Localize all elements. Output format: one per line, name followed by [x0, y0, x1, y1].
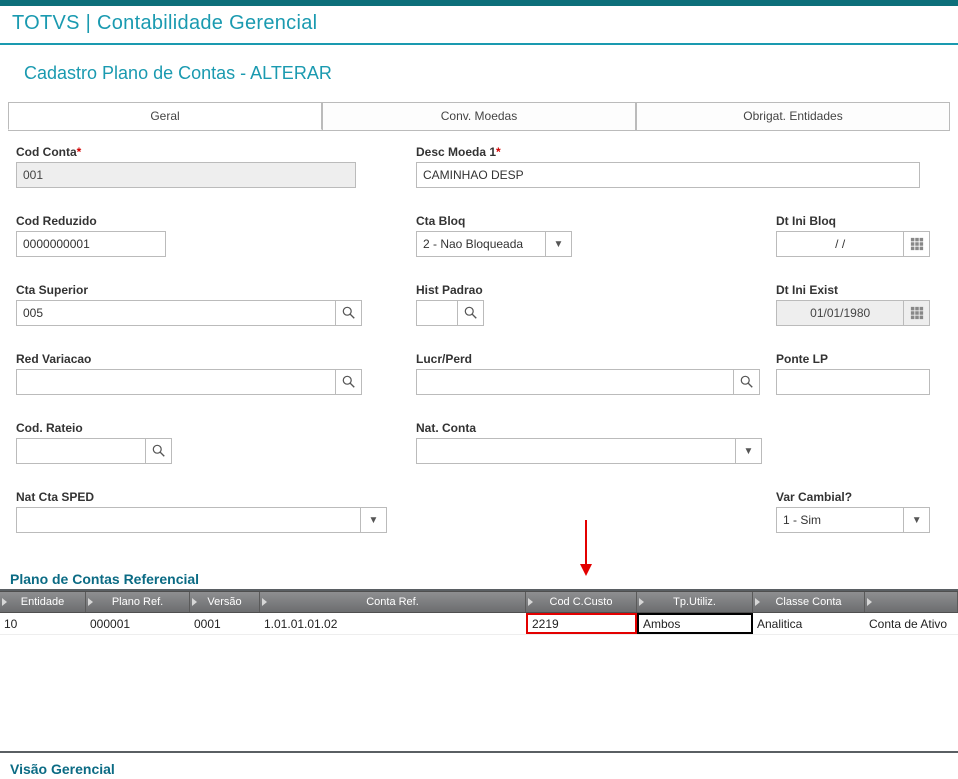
search-icon [464, 306, 478, 320]
label-cod-rateio: Cod. Rateio [16, 421, 400, 435]
col-versao[interactable]: Versão [190, 592, 260, 612]
input-red-variacao[interactable] [16, 369, 336, 395]
grid-header: Entidade Plano Ref. Versão Conta Ref. Co… [0, 591, 958, 613]
tab-conv-moedas[interactable]: Conv. Moedas [322, 102, 636, 130]
label-lucr-perd: Lucr/Perd [416, 352, 760, 366]
input-cod-reduzido[interactable]: 0000000001 [16, 231, 166, 257]
input-cod-conta[interactable]: 001 [16, 162, 356, 188]
col-extra[interactable] [865, 592, 958, 612]
label-var-cambial: Var Cambial? [776, 490, 930, 504]
col-plano-ref[interactable]: Plano Ref. [86, 592, 190, 612]
input-hist-padrao[interactable] [416, 300, 458, 326]
col-classe-conta[interactable]: Classe Conta [753, 592, 865, 612]
dropdown-nat-conta[interactable]: ▼ [736, 438, 762, 464]
input-dt-ini-exist: 01/01/1980 [776, 300, 904, 326]
input-cta-superior[interactable]: 005 [16, 300, 336, 326]
select-nat-cta-sped[interactable] [16, 507, 361, 533]
search-icon [342, 375, 356, 389]
search-icon [342, 306, 356, 320]
table-row[interactable]: 10 000001 0001 1.01.01.01.02 2219 Ambos … [0, 613, 958, 635]
input-desc-moeda1[interactable]: CAMINHAO DESP [416, 162, 920, 188]
cell-conta-ref: 1.01.01.01.02 [260, 613, 526, 634]
dropdown-cta-bloq[interactable]: ▼ [546, 231, 572, 257]
label-nat-conta: Nat. Conta [416, 421, 930, 435]
label-cta-superior: Cta Superior [16, 283, 400, 297]
label-ponte-lp: Ponte LP [776, 352, 930, 366]
cell-classe-conta: Analitica [753, 613, 865, 634]
cell-entidade: 10 [0, 613, 86, 634]
app-title: TOTVS | Contabilidade Gerencial [0, 6, 958, 45]
label-desc-moeda1: Desc Moeda 1* [416, 145, 920, 159]
label-dt-ini-bloq: Dt Ini Bloq [776, 214, 930, 228]
input-dt-ini-bloq[interactable]: / / [776, 231, 904, 257]
label-cod-reduzido: Cod Reduzido [16, 214, 400, 228]
tab-bar: Geral Conv. Moedas Obrigat. Entidades [8, 102, 950, 130]
search-icon [740, 375, 754, 389]
label-dt-ini-exist: Dt Ini Exist [776, 283, 930, 297]
cell-plano-ref: 000001 [86, 613, 190, 634]
col-entidade[interactable]: Entidade [0, 592, 86, 612]
page-title: Cadastro Plano de Contas - ALTERAR [0, 45, 958, 102]
grid-body: 10 000001 0001 1.01.01.01.02 2219 Ambos … [0, 613, 958, 753]
grid-plano-ref: Entidade Plano Ref. Versão Conta Ref. Co… [0, 591, 958, 753]
input-ponte-lp[interactable] [776, 369, 930, 395]
label-red-variacao: Red Variacao [16, 352, 400, 366]
lookup-cta-superior[interactable] [336, 300, 362, 326]
section-visao-title: Visão Gerencial [0, 755, 958, 779]
lookup-cod-rateio[interactable] [146, 438, 172, 464]
label-cod-conta: Cod Conta* [16, 145, 400, 159]
dropdown-nat-cta-sped[interactable]: ▼ [361, 507, 387, 533]
cell-extra: Conta de Ativo [865, 613, 958, 634]
cell-tp-utiliz[interactable]: Ambos [637, 613, 753, 634]
select-nat-conta[interactable] [416, 438, 736, 464]
col-conta-ref[interactable]: Conta Ref. [260, 592, 526, 612]
input-cod-rateio[interactable] [16, 438, 146, 464]
select-cta-bloq[interactable]: 2 - Nao Bloqueada [416, 231, 546, 257]
label-cta-bloq: Cta Bloq [416, 214, 760, 228]
cell-versao: 0001 [190, 613, 260, 634]
select-var-cambial[interactable]: 1 - Sim [776, 507, 904, 533]
section-plano-ref-title: Plano de Contas Referencial [0, 565, 958, 591]
dropdown-var-cambial[interactable]: ▼ [904, 507, 930, 533]
search-icon [152, 444, 166, 458]
label-hist-padrao: Hist Padrao [416, 283, 760, 297]
tab-geral[interactable]: Geral [8, 102, 322, 130]
form-panel: Cod Conta* 001 Desc Moeda 1* CAMINHAO DE… [8, 130, 950, 561]
lookup-lucr-perd[interactable] [734, 369, 760, 395]
calendar-grid-icon [910, 306, 924, 320]
input-lucr-perd[interactable] [416, 369, 734, 395]
lookup-red-variacao[interactable] [336, 369, 362, 395]
datepicker-dt-ini-exist[interactable] [904, 300, 930, 326]
lookup-hist-padrao[interactable] [458, 300, 484, 326]
tab-obrigat-entidades[interactable]: Obrigat. Entidades [636, 102, 950, 130]
col-cod-ccusto[interactable]: Cod C.Custo [526, 592, 637, 612]
datepicker-dt-ini-bloq[interactable] [904, 231, 930, 257]
cell-cod-ccusto[interactable]: 2219 [526, 613, 637, 634]
calendar-grid-icon [910, 237, 924, 251]
label-nat-cta-sped: Nat Cta SPED [16, 490, 400, 504]
col-tp-utiliz[interactable]: Tp.Utiliz. [637, 592, 753, 612]
